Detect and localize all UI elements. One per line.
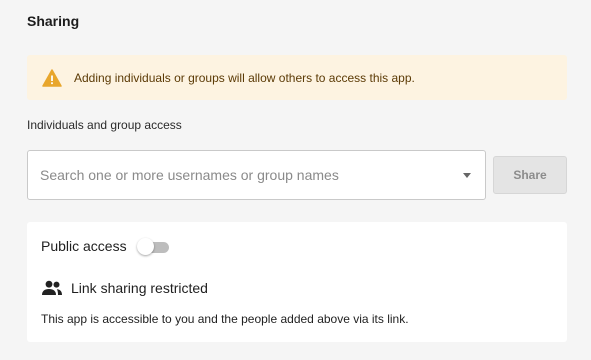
chevron-down-icon[interactable] bbox=[463, 172, 471, 178]
link-sharing-label: Link sharing restricted bbox=[71, 280, 208, 296]
access-label: Individuals and group access bbox=[27, 118, 182, 132]
toggle-knob bbox=[136, 238, 154, 255]
public-access-row: Public access bbox=[41, 238, 169, 255]
sharing-panel: Sharing Adding individuals or groups wil… bbox=[0, 0, 591, 360]
section-title: Sharing bbox=[27, 13, 80, 29]
public-access-card: Public access Link sharing restricted Th… bbox=[27, 222, 567, 342]
people-icon bbox=[41, 280, 63, 296]
search-field[interactable] bbox=[27, 150, 486, 200]
link-sharing-description: This app is accessible to you and the pe… bbox=[41, 312, 409, 326]
warning-banner: Adding individuals or groups will allow … bbox=[27, 55, 567, 100]
public-access-label: Public access bbox=[41, 238, 127, 254]
warning-icon bbox=[42, 68, 62, 87]
public-access-toggle[interactable] bbox=[136, 238, 169, 255]
search-input[interactable] bbox=[40, 167, 455, 183]
warning-text: Adding individuals or groups will allow … bbox=[74, 70, 415, 85]
share-button[interactable]: Share bbox=[493, 156, 567, 194]
link-sharing-row: Link sharing restricted bbox=[41, 280, 208, 296]
